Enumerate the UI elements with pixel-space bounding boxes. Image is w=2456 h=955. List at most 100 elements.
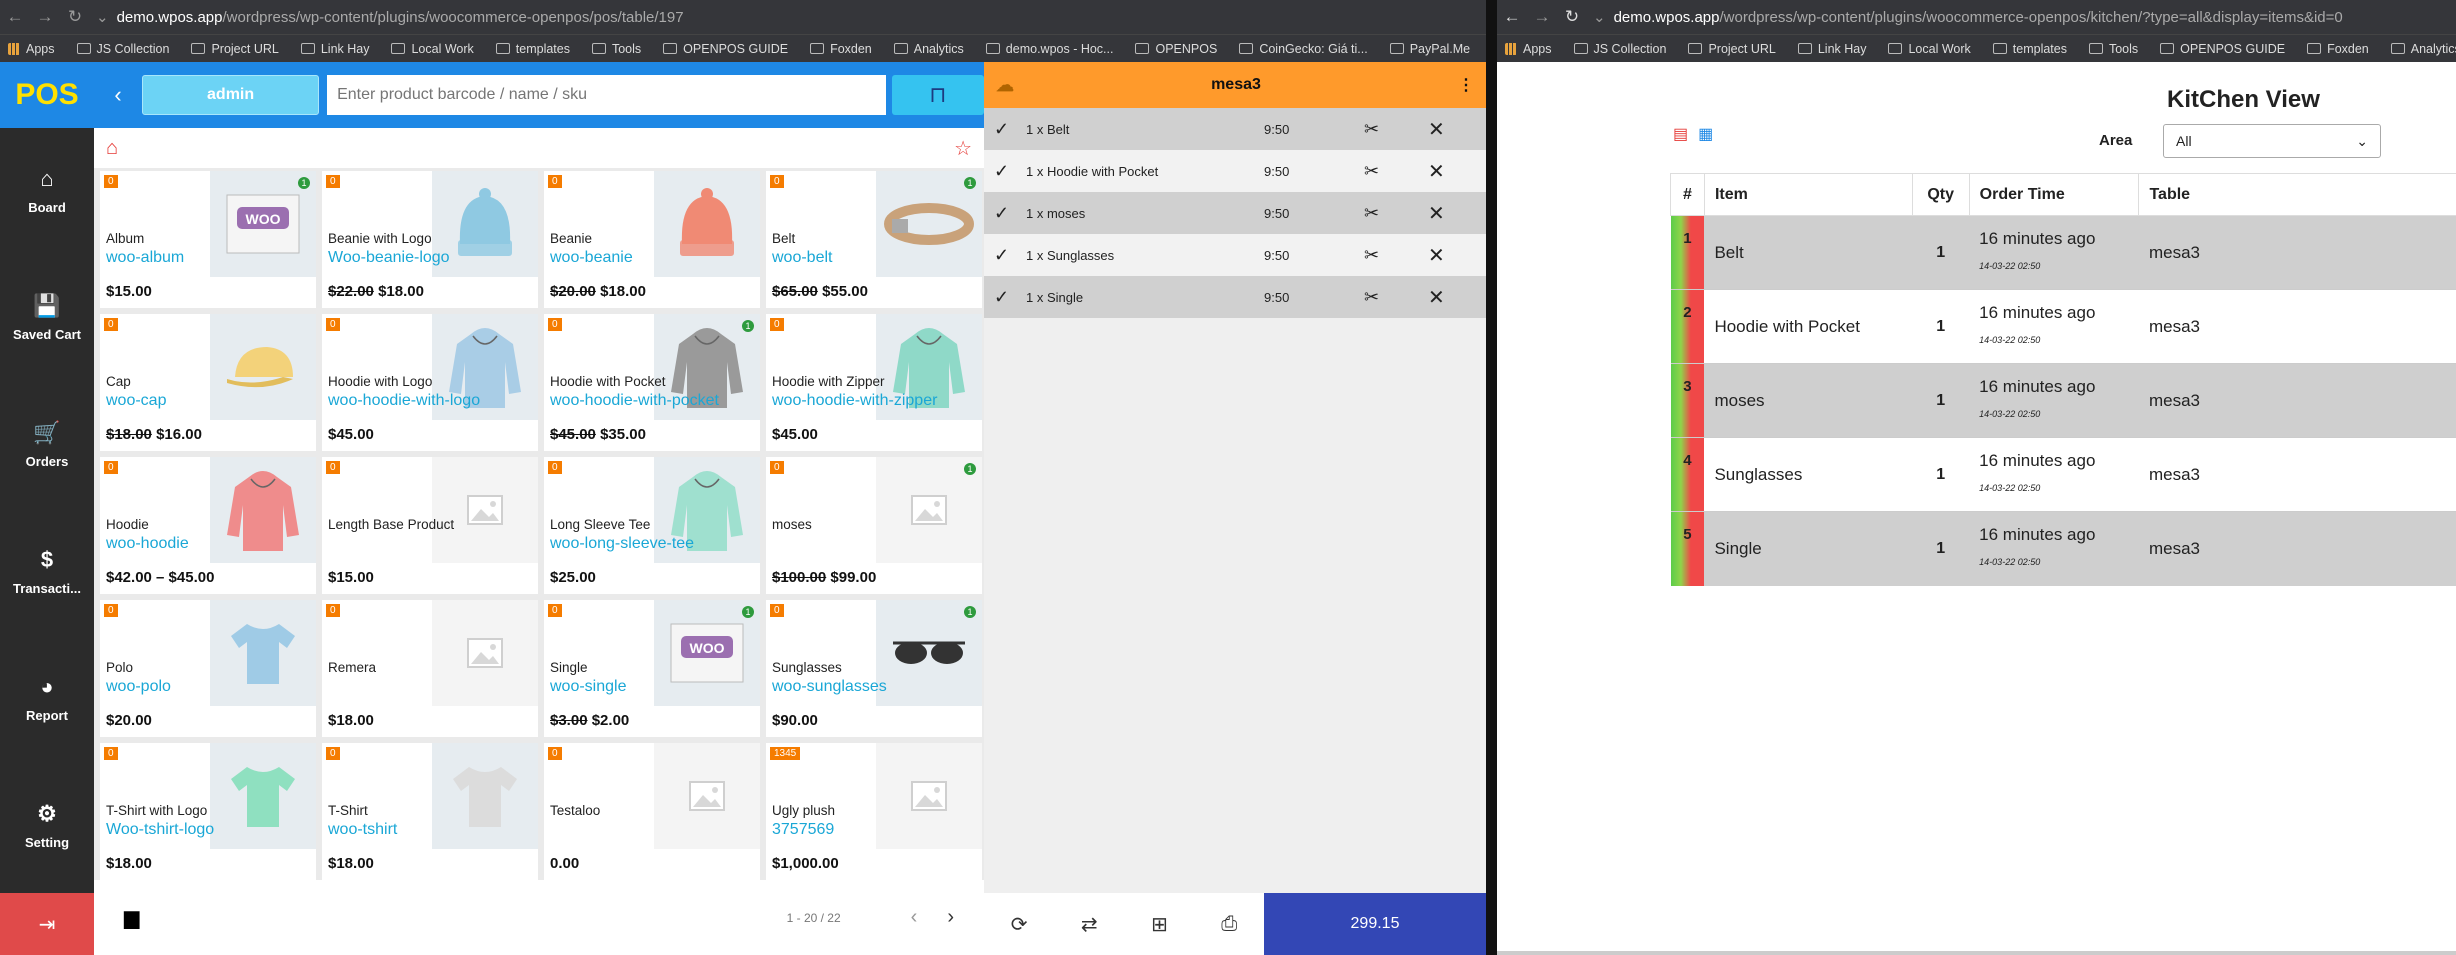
product-card[interactable]: 0 Beanie with Logo Woo-beanie-logo $22.00 $… (322, 171, 538, 308)
folder-icon[interactable]: ▆ (124, 905, 139, 930)
close-icon[interactable]: ✕ (1428, 243, 1445, 268)
bookmark-item[interactable]: templates (495, 42, 570, 56)
product-card[interactable]: 0 Testaloo 0.00 (544, 743, 760, 880)
list-view-icon[interactable]: ▤ (1673, 126, 1688, 143)
bookmark-item[interactable]: Analytics (2390, 42, 2456, 56)
product-card[interactable]: 1345 Ugly plush 3757569 $1,000.00 (766, 743, 982, 880)
table-select-button[interactable]: ⊓ (891, 75, 984, 115)
bookmark-item[interactable]: Local Work (1888, 42, 1971, 56)
product-card[interactable]: 0 1 Belt woo-belt $65.00 $55.00 (766, 171, 982, 308)
check-icon[interactable]: ✓ (994, 245, 1026, 266)
bookmark-item[interactable]: Link Hay (300, 42, 369, 56)
utensils-icon[interactable]: ✂ (1364, 287, 1428, 308)
bookmark-item[interactable]: Apps (8, 42, 55, 56)
utensils-icon[interactable]: ✂ (1364, 161, 1428, 182)
cart-item-row[interactable]: ✓ 1 x Hoodie with Pocket 9:50 ✂ ✕ (984, 150, 1486, 192)
utensils-icon[interactable]: ✂ (1364, 245, 1428, 266)
bookmark-item[interactable]: Project URL (1688, 42, 1776, 56)
product-card[interactable]: 0 Polo woo-polo $20.00 (100, 600, 316, 737)
bookmark-item[interactable]: Analytics (893, 42, 964, 56)
product-card[interactable]: 0 1 moses $100.00 $99.00 (766, 457, 982, 594)
bookmark-item[interactable]: JS Collection (1573, 42, 1666, 56)
cart-item-row[interactable]: ✓ 1 x Belt 9:50 ✂ ✕ (984, 108, 1486, 150)
kitchen-row[interactable]: 4 Sunglasses 1 16 minutes ago 14-03-22 02:50… (1670, 437, 2456, 512)
back-arrow-icon[interactable]: ← (0, 7, 30, 27)
utensils-icon[interactable]: ✂ (1364, 203, 1428, 224)
check-icon[interactable]: ✓ (994, 161, 1026, 182)
close-icon[interactable]: ✕ (1428, 117, 1445, 142)
kitchen-row[interactable]: 5 Single 1 16 minutes ago 14-03-22 02:50 mesa… (1670, 511, 2456, 586)
bookmark-item[interactable]: templates (1992, 42, 2067, 56)
close-icon[interactable]: ✕ (1428, 201, 1445, 226)
forward-arrow-icon[interactable]: → (30, 7, 60, 27)
next-page-icon[interactable]: › (947, 906, 954, 929)
sidebar-item-board[interactable]: ⌂ Board (0, 128, 94, 255)
cloud-upload-icon[interactable]: ☁ (996, 75, 1014, 96)
product-card[interactable]: 0 Beanie woo-beanie $20.00 $18.00 (544, 171, 760, 308)
bookmark-item[interactable]: Local Work (391, 42, 474, 56)
bookmark-item[interactable]: Apps (1505, 42, 1552, 56)
sidebar-item-transacti-[interactable]: $ Transacti... (0, 509, 94, 636)
product-card[interactable]: 0 Hoodie with Zipper woo-hoodie-with-zippe… (766, 314, 982, 451)
product-card[interactable]: WOO 0 1 Single woo-single $3.00 $2.00 (544, 600, 760, 737)
home-icon[interactable]: ⌂ (106, 137, 118, 160)
sidebar-item-report[interactable]: ◕ Report (0, 636, 94, 763)
bookmark-item[interactable]: Link Hay (1797, 42, 1866, 56)
bookmark-item[interactable]: OPENPOS (1135, 42, 1217, 56)
add-box-icon[interactable]: ⊞ (1151, 912, 1168, 937)
cart-item-row[interactable]: ✓ 1 x Sunglasses 9:50 ✂ ✕ (984, 234, 1486, 276)
address-bar-2[interactable]: ⌄ demo.wpos.app/wordpress/wp-content/plu… (1593, 8, 2343, 27)
star-icon[interactable]: ☆ (954, 136, 972, 161)
sidebar-item-setting[interactable]: ⚙ Setting (0, 763, 94, 890)
user-button[interactable]: admin (142, 75, 320, 115)
print-icon[interactable]: ⎙ (1221, 913, 1237, 936)
more-vert-icon[interactable]: ⋮ (1458, 75, 1474, 95)
back-arrow-icon[interactable]: ← (1497, 7, 1527, 27)
bookmark-item[interactable]: demo.wpos - Hoc... (985, 42, 1113, 56)
bookmark-item[interactable]: OPENPOS GUIDE (663, 42, 788, 56)
product-card[interactable]: 0 1 Hoodie with Pocket woo-hoodie-with-pock… (544, 314, 760, 451)
forward-arrow-icon[interactable]: → (1527, 7, 1557, 27)
check-icon[interactable]: ✓ (994, 287, 1026, 308)
sidebar-item-saved-cart[interactable]: 💾 Saved Cart (0, 255, 94, 382)
swap-icon[interactable]: ⇄ (1081, 912, 1098, 937)
check-icon[interactable]: ✓ (994, 203, 1026, 224)
sidebar-item-orders[interactable]: 🛒 Orders (0, 382, 94, 509)
product-search-input[interactable] (327, 75, 886, 115)
checkout-total-button[interactable]: 299.15 (1264, 893, 1486, 955)
close-icon[interactable]: ✕ (1428, 285, 1445, 310)
cart-item-row[interactable]: ✓ 1 x Single 9:50 ✂ ✕ (984, 276, 1486, 318)
product-card[interactable]: 0 Hoodie with Logo woo-hoodie-with-logo $45… (322, 314, 538, 451)
area-select[interactable]: All ⌄ (2163, 124, 2381, 158)
bookmark-item[interactable]: Tools (591, 42, 641, 56)
kitchen-row[interactable]: 1 Belt 1 16 minutes ago 14-03-22 02:50 mesa3 (1670, 215, 2456, 290)
product-card[interactable]: 0 Long Sleeve Tee woo-long-sleeve-tee $25.0… (544, 457, 760, 594)
logout-button[interactable]: ⇥ (0, 893, 94, 955)
bookmark-item[interactable]: CoinGecko: Giá ti... (1239, 42, 1368, 56)
bookmark-item[interactable]: PayPal.Me (1389, 42, 1470, 56)
product-card[interactable]: 0 T-Shirt with Logo Woo-tshirt-logo $18.00 (100, 743, 316, 880)
cart-item-row[interactable]: ✓ 1 x moses 9:50 ✂ ✕ (984, 192, 1486, 234)
reload-icon[interactable]: ↻ (60, 7, 90, 27)
reload-icon[interactable]: ↻ (1557, 7, 1587, 27)
address-bar[interactable]: ⌄ demo.wpos.app/wordpress/wp-content/plu… (96, 8, 684, 27)
bookmark-item[interactable]: Foxden (2307, 42, 2369, 56)
product-card[interactable]: 0 Remera $18.00 (322, 600, 538, 737)
bookmark-item[interactable]: Foxden (810, 42, 872, 56)
bookmark-item[interactable]: OPENPOS GUIDE (2160, 42, 2285, 56)
check-icon[interactable]: ✓ (994, 119, 1026, 140)
back-chevron-icon[interactable]: ‹ (94, 82, 142, 108)
product-card[interactable]: 0 T-Shirt woo-tshirt $18.00 (322, 743, 538, 880)
bookmark-item[interactable]: Tools (2088, 42, 2138, 56)
product-card[interactable]: WOO 0 1 Album woo-album $15.00 (100, 171, 316, 308)
close-icon[interactable]: ✕ (1428, 159, 1445, 184)
kitchen-row[interactable]: 3 moses 1 16 minutes ago 14-03-22 02:50 mesa3 (1670, 363, 2456, 438)
refresh-icon[interactable]: ⟳ (1011, 912, 1028, 937)
product-card[interactable]: 0 Hoodie woo-hoodie $42.00 – $45.00 (100, 457, 316, 594)
bookmark-item[interactable]: JS Collection (76, 42, 169, 56)
product-card[interactable]: 0 1 Sunglasses woo-sunglasses $90.00 (766, 600, 982, 737)
prev-page-icon[interactable]: ‹ (911, 906, 918, 929)
utensils-icon[interactable]: ✂ (1364, 119, 1428, 140)
product-card[interactable]: 0 Cap woo-cap $18.00 $16.00 (100, 314, 316, 451)
product-card[interactable]: 0 Length Base Product $15.00 (322, 457, 538, 594)
